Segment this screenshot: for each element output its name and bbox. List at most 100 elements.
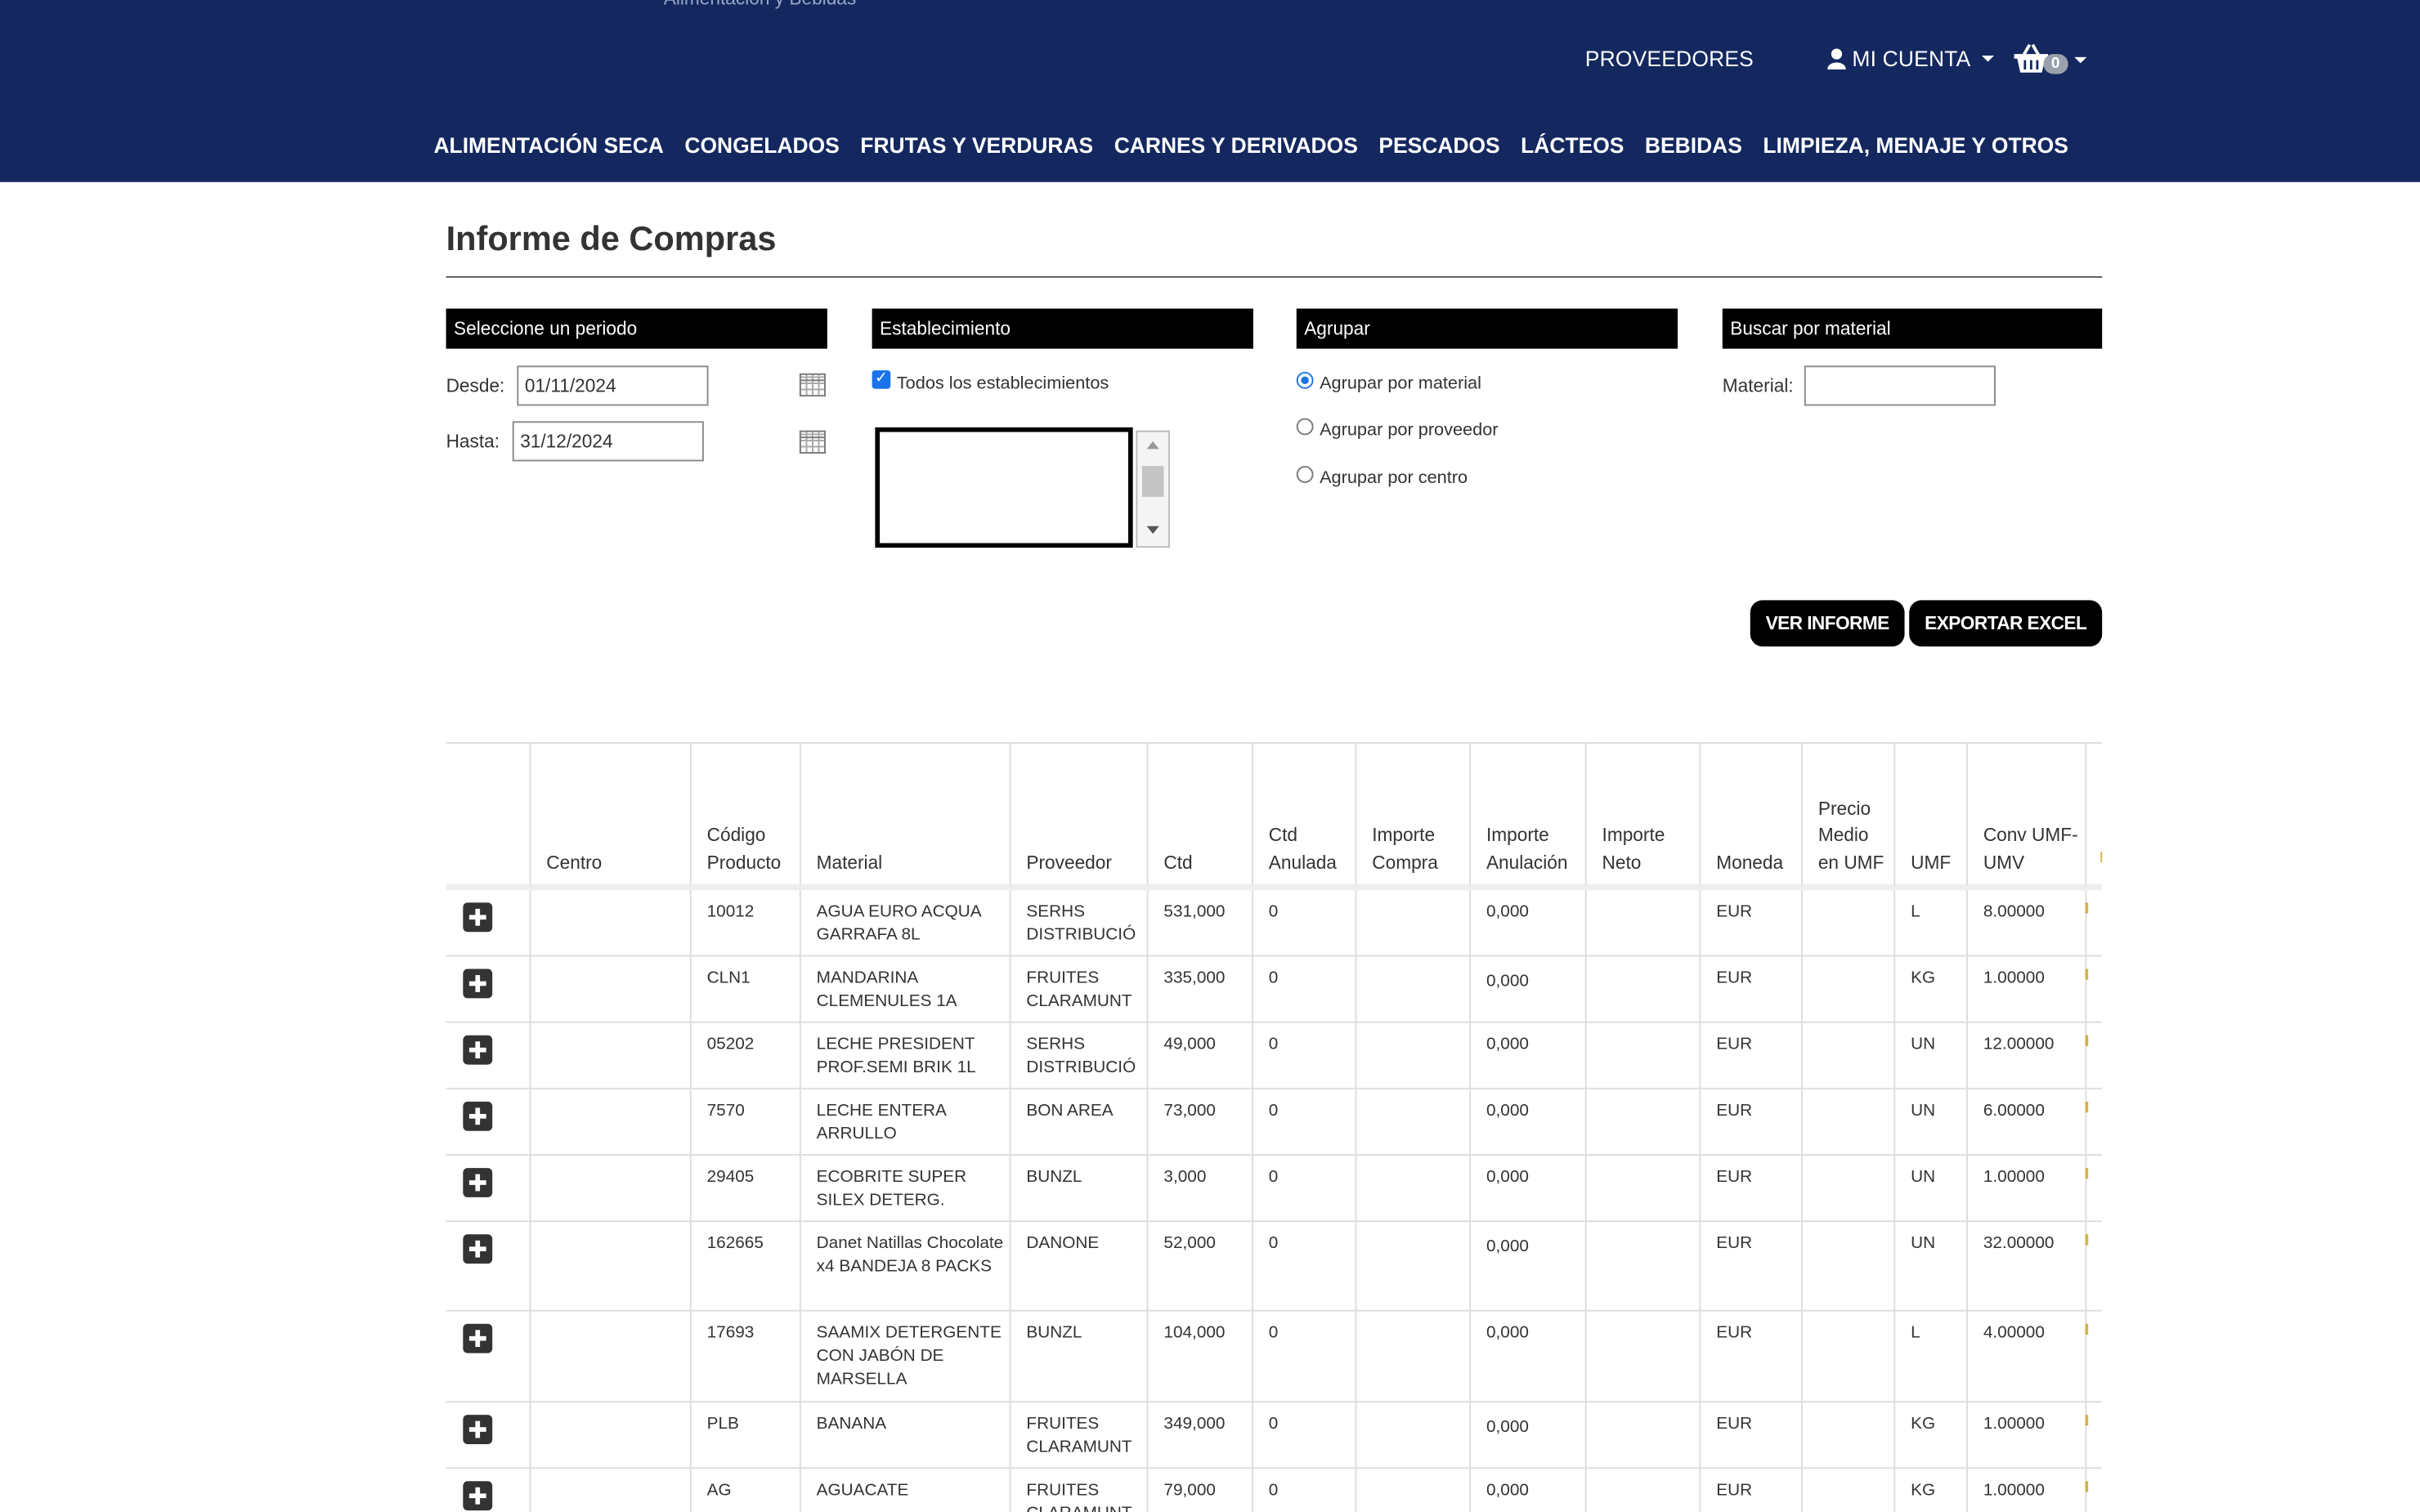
cell-anulacion: 0,000 — [1469, 1022, 1585, 1088]
cell-neto — [1584, 1311, 1700, 1402]
cell-centro — [529, 956, 690, 1022]
cell-codigo: CLN1 — [689, 956, 800, 1022]
expand-plus-icon[interactable] — [463, 1168, 493, 1197]
expand-plus-icon[interactable] — [463, 902, 493, 933]
material-search-input[interactable] — [1804, 365, 1996, 406]
nav-suppliers-link[interactable]: PROVEEDORES — [1585, 47, 1754, 71]
cell-anulada: 0 — [1252, 1311, 1355, 1402]
expand-cell — [446, 1469, 530, 1512]
cell-centro — [529, 1022, 690, 1088]
establishment-listbox[interactable] — [875, 427, 1133, 548]
header-umf[interactable]: UMF — [1893, 743, 1966, 886]
expand-plus-icon[interactable] — [463, 1481, 493, 1511]
next-column-cell — [2085, 890, 2102, 955]
category-cleaning[interactable]: LIMPIEZA, MENAJE Y OTROS — [1763, 132, 2068, 157]
header-moneda[interactable]: Moneda — [1699, 743, 1801, 886]
chevron-down-icon — [1981, 55, 1994, 62]
expand-cell — [446, 1156, 530, 1220]
header-importe-compra[interactable]: Importe Compra — [1355, 743, 1469, 886]
cell-ctd: 335,000 — [1146, 956, 1252, 1022]
expand-plus-icon[interactable] — [463, 968, 493, 999]
table-row: 10012 AGUA EURO ACQUA GARRAFA 8L SERHS DIS… — [446, 890, 2103, 957]
cell-codigo: 10012 — [689, 890, 800, 955]
next-column-cell — [2085, 1155, 2102, 1221]
cell-proveedor: BUNZL — [1009, 1311, 1147, 1402]
group-by-supplier-radio[interactable] — [1296, 418, 1314, 436]
header-material[interactable]: Material — [799, 743, 1010, 886]
cell-umf: KG — [1893, 956, 1966, 1022]
category-frozen[interactable]: CONGELADOS — [684, 132, 839, 157]
scroll-up-icon[interactable] — [1146, 441, 1159, 450]
group-by-center-radio[interactable] — [1296, 466, 1314, 483]
header-importe-anulacion[interactable]: Importe Anulación — [1469, 743, 1585, 886]
cell-proveedor: FRUITES CLARAMUNT — [1009, 1402, 1147, 1468]
next-column-cell — [2085, 1089, 2102, 1155]
expand-plus-icon[interactable] — [463, 1415, 493, 1444]
cell-neto — [1584, 1089, 1700, 1155]
header-proveedor[interactable]: Proveedor — [1009, 743, 1147, 886]
header-ctd-anulada[interactable]: Ctd Anulada — [1252, 743, 1355, 886]
view-report-button[interactable]: VER INFORME — [1750, 600, 1905, 646]
category-drinks[interactable]: BEBIDAS — [1645, 132, 1742, 157]
cell-conv: 1.00000 — [1966, 1402, 2085, 1468]
cell-proveedor: BUNZL — [1009, 1155, 1147, 1221]
category-fruits-vegetables[interactable]: FRUTAS Y VERDURAS — [860, 132, 1093, 157]
account-menu[interactable]: MI CUENTA — [1827, 47, 1994, 71]
calendar-icon[interactable] — [799, 430, 826, 454]
category-fish[interactable]: PESCADOS — [1378, 132, 1499, 157]
cell-moneda: EUR — [1699, 956, 1801, 1022]
cell-anulacion: 0,000 — [1469, 890, 1585, 955]
column-edge-mark — [2085, 1234, 2089, 1246]
next-column-cell — [2085, 1402, 2102, 1468]
column-edge-mark — [2085, 968, 2089, 980]
search-panel-heading: Buscar por material — [1722, 308, 2103, 349]
category-meats[interactable]: CARNES Y DERIVADOS — [1114, 132, 1358, 157]
cell-material: Danet Natillas Chocolate x4 BANDEJA 8 PA… — [799, 1222, 1010, 1310]
expand-plus-icon[interactable] — [463, 1101, 493, 1131]
table-row: 05202 LECHE PRESIDENT PROF.SEMI BRIK 1L SE… — [446, 1022, 2103, 1089]
expand-plus-icon[interactable] — [463, 1323, 493, 1353]
cell-anulada: 0 — [1252, 1022, 1355, 1088]
all-establishments-checkbox[interactable]: ✓ — [872, 370, 891, 389]
cell-moneda: EUR — [1699, 1469, 1801, 1512]
cell-umf: L — [1893, 890, 1966, 955]
cell-proveedor: DANONE — [1009, 1222, 1147, 1310]
export-excel-button[interactable]: EXPORTAR EXCEL — [1909, 600, 2103, 646]
next-column-cell — [2085, 1469, 2102, 1512]
column-edge-mark — [2085, 1168, 2089, 1179]
cell-ctd: 49,000 — [1146, 1022, 1252, 1088]
user-icon — [1827, 48, 1846, 69]
expand-plus-icon[interactable] — [463, 1035, 493, 1065]
header-precio-medio[interactable]: Precio Medio en UMF — [1801, 743, 1893, 886]
header-importe-neto[interactable]: Importe Neto — [1584, 743, 1700, 886]
cell-proveedor: SERHS DISTRIBUCIÓ — [1009, 890, 1147, 955]
cart-button[interactable]: 0 — [2013, 43, 2086, 74]
scroll-down-icon[interactable] — [1146, 526, 1159, 535]
chevron-down-icon — [2073, 56, 2086, 64]
group-by-material-radio[interactable] — [1296, 371, 1314, 389]
cell-centro — [529, 1311, 690, 1402]
column-edge-mark — [2085, 1035, 2089, 1046]
cell-centro — [529, 890, 690, 955]
listbox-scrollbar[interactable] — [1136, 430, 1170, 548]
expand-cell — [446, 1402, 530, 1467]
scroll-thumb[interactable] — [1141, 466, 1164, 497]
header-ctd[interactable]: Ctd — [1146, 743, 1252, 886]
from-date-input[interactable] — [517, 365, 709, 406]
header-codigo[interactable]: Código Producto — [689, 743, 800, 886]
cell-anulacion: 0,000 — [1469, 1402, 1585, 1468]
category-dry-food[interactable]: ALIMENTACIÓN SECA — [433, 132, 663, 157]
cell-conv: 1.00000 — [1966, 1155, 2085, 1221]
header-centro[interactable]: Centro — [529, 743, 690, 886]
cell-precio — [1801, 1155, 1893, 1221]
cell-centro — [529, 1222, 690, 1310]
expand-plus-icon[interactable] — [463, 1234, 493, 1264]
cell-neto — [1584, 1155, 1700, 1221]
header-conv[interactable]: Conv UMF-UMV — [1966, 743, 2085, 886]
to-date-input[interactable] — [512, 421, 704, 462]
cell-ctd: 104,000 — [1146, 1311, 1252, 1402]
category-dairy[interactable]: LÁCTEOS — [1521, 132, 1624, 157]
cell-material: MANDARINA CLEMENULES 1A — [799, 956, 1010, 1022]
cell-ctd: 73,000 — [1146, 1089, 1252, 1155]
calendar-icon[interactable] — [799, 373, 826, 397]
